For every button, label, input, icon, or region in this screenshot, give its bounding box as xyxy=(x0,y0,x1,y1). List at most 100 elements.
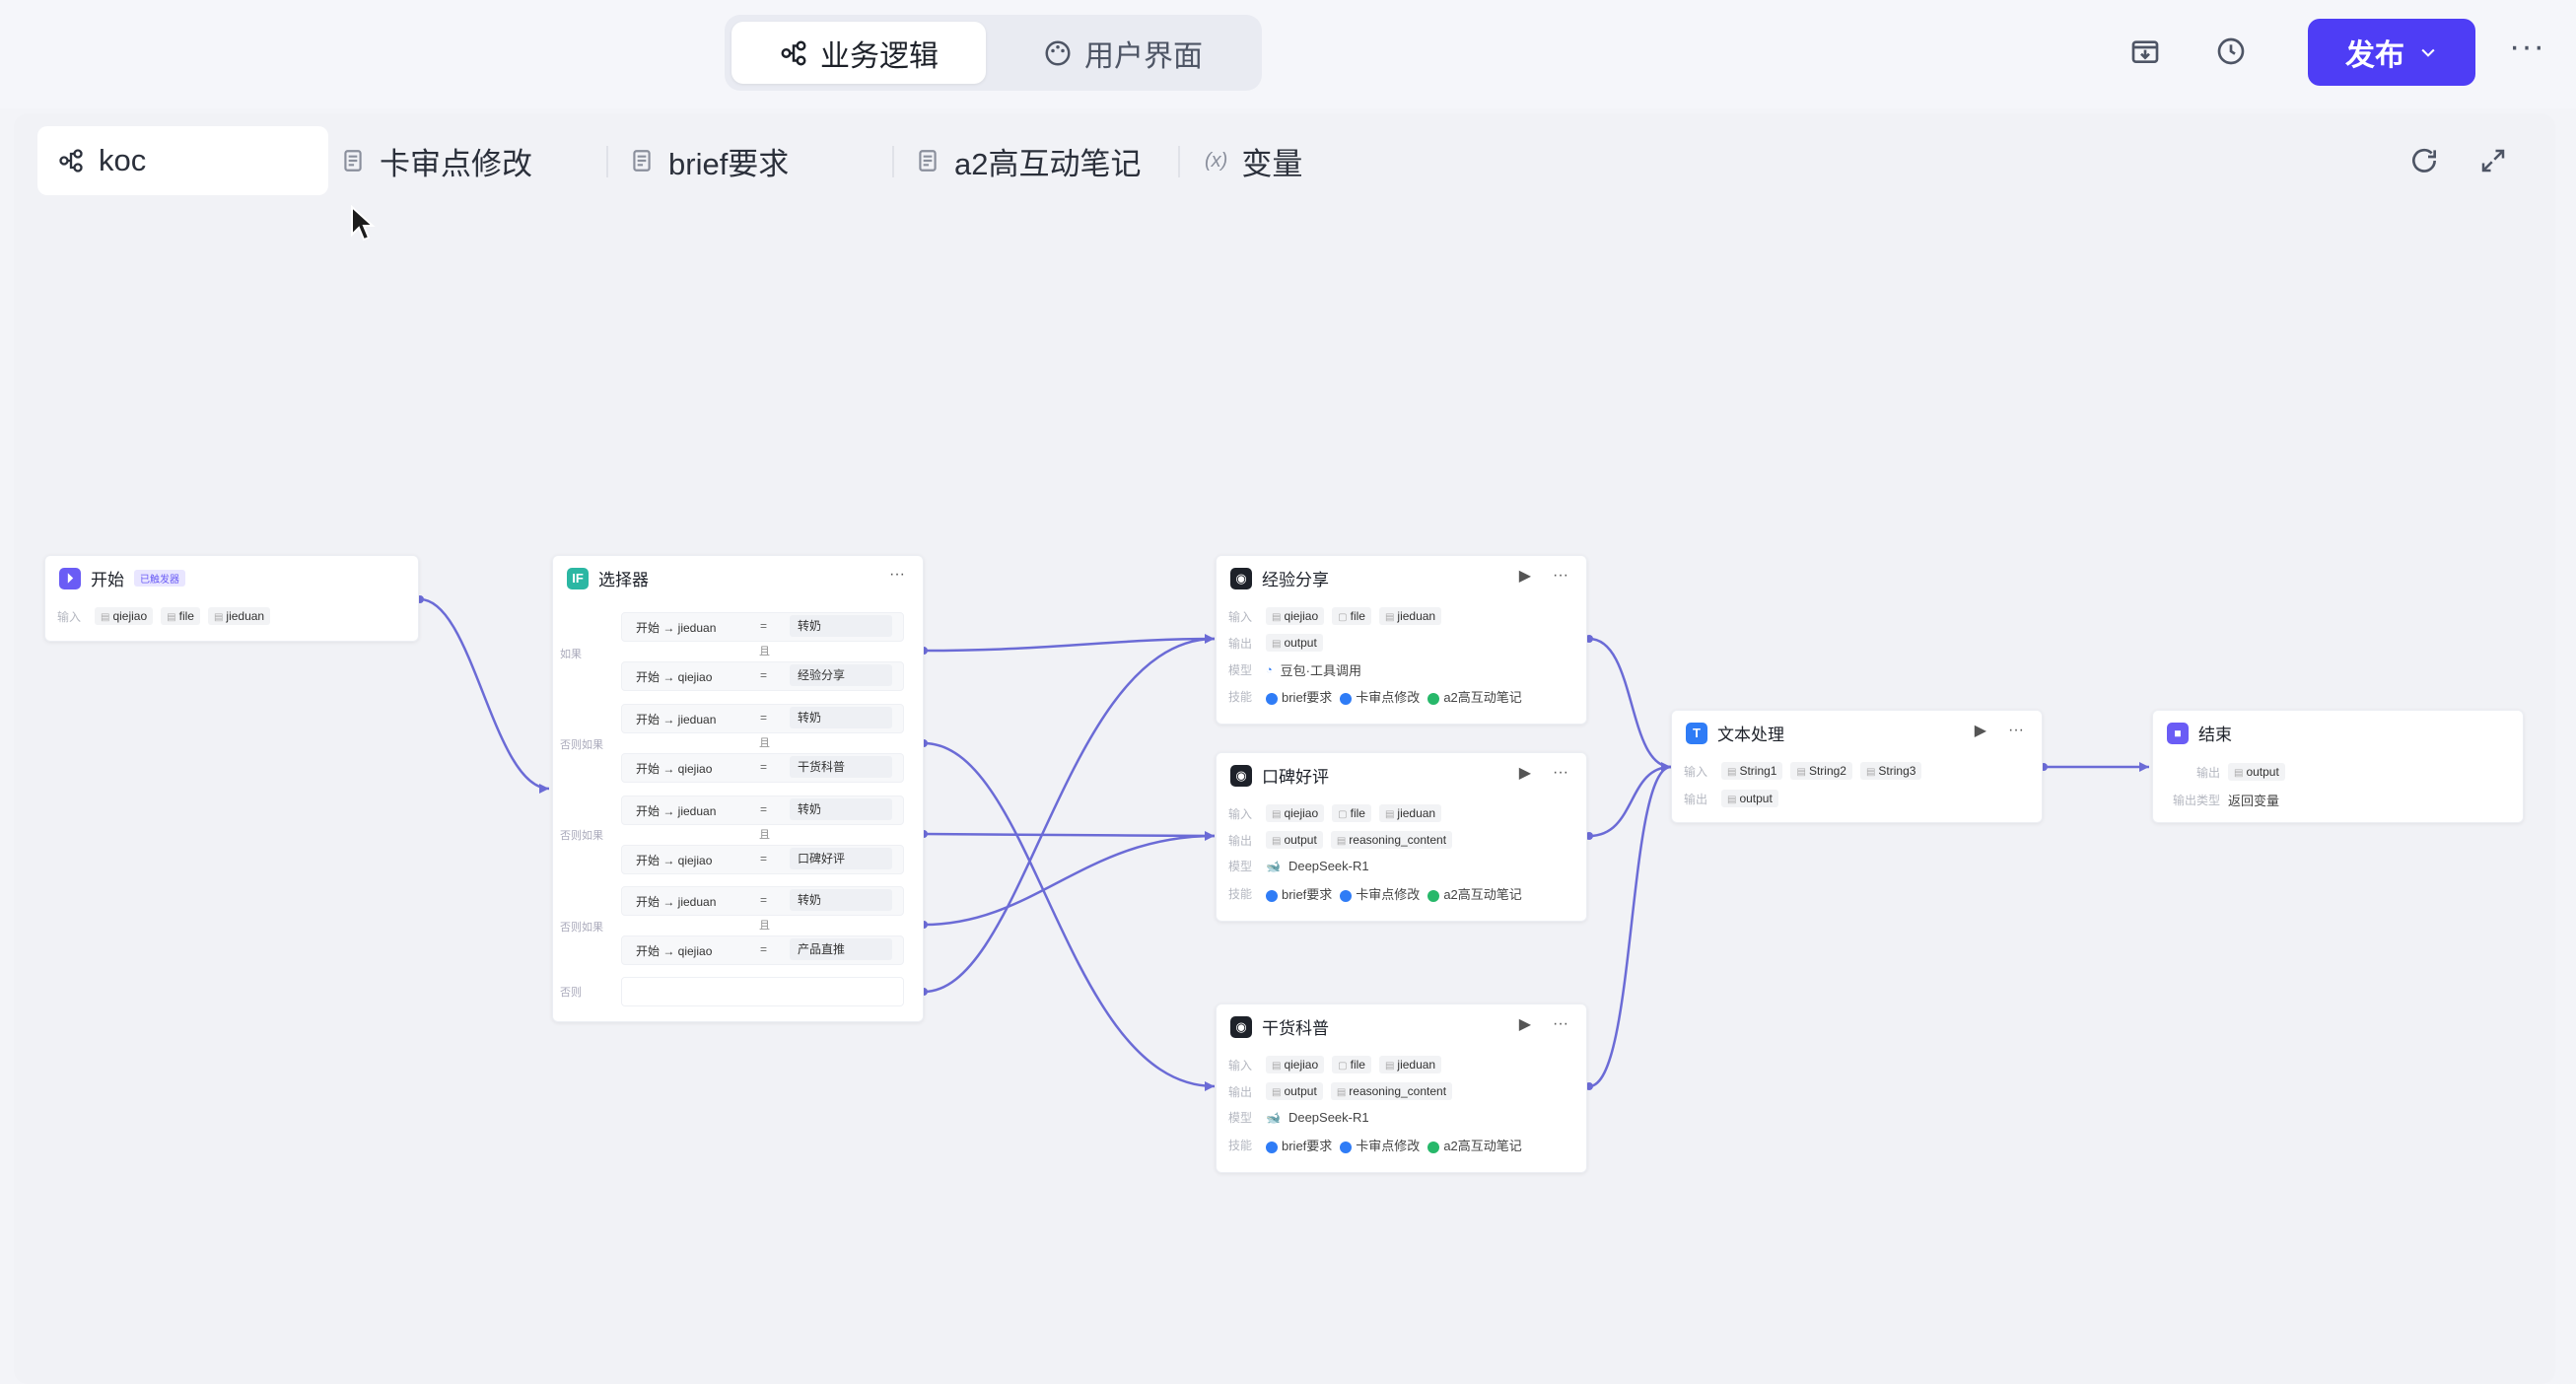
end-node[interactable]: ⏹ 结束 输出 ▤ output 输出类型 返回变量 xyxy=(2152,710,2524,823)
edge-else-exp xyxy=(923,637,1216,994)
model-row: 模型 🐋 DeepSeek-R1 xyxy=(1228,1110,1369,1125)
node-header: ◉ 口碑好评 xyxy=(1230,763,1329,788)
param-chip: ▢ file xyxy=(1332,804,1371,822)
param-chip: ▤ qiejiao xyxy=(1266,607,1325,625)
param-chip: ▤ String3 xyxy=(1859,762,1922,780)
more-icon[interactable]: ··· xyxy=(1553,1015,1568,1033)
node-title: 开始 xyxy=(91,571,124,589)
param-chip: ▢ file xyxy=(1332,607,1371,625)
param-chip: ▤ file xyxy=(161,607,200,625)
deepseek-icon: 🐋 xyxy=(1266,859,1281,873)
condition-row[interactable]: 开始 → jieduan = 转奶 xyxy=(621,612,904,642)
output-type-row: 输出类型 返回变量 xyxy=(2165,791,2279,809)
condition-row[interactable]: 开始 → jieduan = 转奶 xyxy=(621,704,904,733)
run-icon[interactable]: ▶ xyxy=(1519,566,1531,586)
node-title: 口碑好评 xyxy=(1262,768,1329,787)
skill-item: a2高互动笔记 xyxy=(1427,884,1522,903)
start-node[interactable]: ⏵ 开始 已触发器 输入 ▤ qiejiao ▤ file ▤ jieduan xyxy=(44,555,419,642)
and-label: 且 xyxy=(759,646,770,657)
node-header: ⏵ 开始 已触发器 xyxy=(59,566,185,590)
skill-item: a2高互动笔记 xyxy=(1427,1136,1522,1154)
condition-row[interactable]: 开始 → qiejiao = 口碑好评 xyxy=(621,845,904,874)
run-icon[interactable]: ▶ xyxy=(1519,763,1531,783)
else-label: 否则 xyxy=(560,987,582,999)
branch-label: 如果 xyxy=(560,649,582,660)
input-row: 输入 ▤ String1 ▤ String2 ▤ String3 xyxy=(1684,762,1922,780)
param-chip: ▤ qiejiao xyxy=(1266,1056,1325,1073)
end-icon: ⏹ xyxy=(2167,722,2189,744)
more-icon[interactable]: ··· xyxy=(2008,722,2024,739)
node-title: 文本处理 xyxy=(1717,726,1784,744)
deepseek-icon: 🐋 xyxy=(1266,1110,1281,1125)
skill-item: brief要求 xyxy=(1266,1136,1332,1154)
param-chip: ▤ jieduan xyxy=(207,607,271,625)
param-chip: ▤ output xyxy=(1721,790,1778,807)
edge-elif1-gh xyxy=(923,741,1216,1088)
condition-row[interactable]: 开始 → qiejiao = 产品直推 xyxy=(621,935,904,965)
skill-item: brief要求 xyxy=(1266,687,1332,706)
param-chip: ▤ qiejiao xyxy=(1266,804,1325,822)
and-label: 且 xyxy=(759,920,770,932)
node-actions: ▶ ··· xyxy=(1519,1014,1568,1034)
param-chip: ▤ jieduan xyxy=(1378,804,1442,822)
node-header: ⏹ 结束 xyxy=(2167,721,2232,745)
node-header: ◉ 干货科普 xyxy=(1230,1014,1329,1039)
param-chip: ▤ String2 xyxy=(1790,762,1852,780)
llm-icon: ◉ xyxy=(1230,1015,1252,1038)
output-row: 输出 ▤ output xyxy=(2165,763,2285,781)
run-icon[interactable]: ▶ xyxy=(1519,1014,1531,1034)
output-row: 输出 ▤ output ▤ reasoning_content xyxy=(1228,831,1453,849)
more-icon[interactable]: ··· xyxy=(1553,764,1568,782)
branch-label: 否则如果 xyxy=(560,830,603,842)
node-actions: ··· xyxy=(889,566,905,584)
param-chip: ▤ output xyxy=(2228,763,2285,781)
skill-item: 卡审点修改 xyxy=(1340,1136,1420,1154)
node-actions: ▶ ··· xyxy=(1519,763,1568,783)
skill-item: 卡审点修改 xyxy=(1340,687,1420,706)
start-icon: ⏵ xyxy=(59,567,81,589)
more-icon[interactable]: ··· xyxy=(1553,567,1568,585)
condition-row[interactable]: 开始 → jieduan = 转奶 xyxy=(621,796,904,825)
more-icon[interactable]: ··· xyxy=(889,566,905,584)
model-icon: ◔ xyxy=(1266,663,1273,676)
input-row: 输入 ▤ qiejiao ▤ file ▤ jieduan xyxy=(57,607,271,625)
model-row: 模型 🐋 DeepSeek-R1 xyxy=(1228,859,1369,873)
llm-node-experience[interactable]: ◉ 经验分享 ▶ ··· 输入 ▤ qiejiao ▢ file ▤ jieduan … xyxy=(1216,555,1587,725)
param-chip: ▤ jieduan xyxy=(1378,1056,1442,1073)
node-title: 经验分享 xyxy=(1262,571,1329,589)
edge-elif3-kb xyxy=(923,834,1216,927)
input-row: 输入 ▤ qiejiao ▢ file ▤ jieduan xyxy=(1228,607,1442,625)
output-type-value: 返回变量 xyxy=(2228,794,2280,808)
edge-gh-text xyxy=(1588,765,1672,1088)
if-icon: IF xyxy=(567,567,589,589)
node-actions: ▶ ··· xyxy=(1519,566,1568,586)
model-name: DeepSeek-R1 xyxy=(1288,859,1369,873)
model-name: DeepSeek-R1 xyxy=(1288,1110,1369,1125)
node-actions: ▶ ··· xyxy=(1975,721,2024,740)
output-row: 输出 ▤ output xyxy=(1228,634,1323,652)
input-label: 输入 xyxy=(57,609,82,624)
condition-row[interactable]: 开始 → qiejiao = 经验分享 xyxy=(621,661,904,691)
condition-row[interactable]: 开始 → jieduan = 转奶 xyxy=(621,886,904,916)
text-processing-node[interactable]: T 文本处理 ▶ ··· 输入 ▤ String1 ▤ String2 ▤ Strin… xyxy=(1671,710,2043,823)
model-name: 豆包·工具调用 xyxy=(1280,663,1361,678)
and-label: 且 xyxy=(759,829,770,841)
input-row: 输入 ▤ qiejiao ▢ file ▤ jieduan xyxy=(1228,804,1442,822)
branch-label: 否则如果 xyxy=(560,922,603,934)
param-chip: ▤ output xyxy=(1266,1082,1323,1100)
condition-row[interactable]: 开始 → qiejiao = 干货科普 xyxy=(621,753,904,783)
else-row[interactable] xyxy=(621,977,904,1006)
skill-item: brief要求 xyxy=(1266,884,1332,903)
skill-row: 技能 brief要求 卡审点修改 a2高互动笔记 xyxy=(1228,884,1522,903)
node-title: 选择器 xyxy=(598,571,649,589)
skill-item: 卡审点修改 xyxy=(1340,884,1420,903)
param-chip: ▤ reasoning_content xyxy=(1330,831,1453,849)
llm-node-reviews[interactable]: ◉ 口碑好评 ▶ ··· 输入 ▤ qiejiao ▢ file ▤ jieduan … xyxy=(1216,752,1587,922)
run-icon[interactable]: ▶ xyxy=(1975,721,1986,740)
param-chip: ▤ String1 xyxy=(1721,762,1783,780)
llm-node-knowledge[interactable]: ◉ 干货科普 ▶ ··· 输入 ▤ qiejiao ▢ file ▤ jieduan … xyxy=(1216,1003,1587,1173)
param-chip: ▤ qiejiao xyxy=(95,607,154,625)
node-header: IF 选择器 xyxy=(567,566,649,590)
node-header: T 文本处理 xyxy=(1686,721,1784,745)
llm-icon: ◉ xyxy=(1230,764,1252,787)
